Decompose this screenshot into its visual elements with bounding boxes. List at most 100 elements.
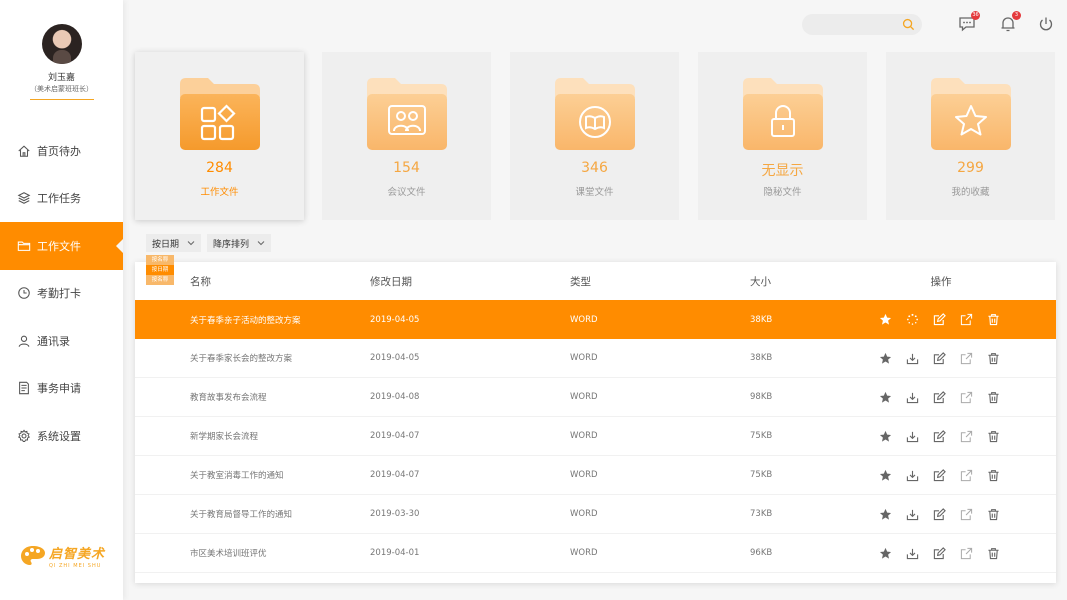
share-icon[interactable] bbox=[960, 508, 973, 521]
file-size: 75KB bbox=[750, 431, 773, 441]
column-header-size[interactable]: 大小 bbox=[750, 262, 771, 300]
trash-icon[interactable] bbox=[987, 391, 1000, 404]
column-header-name[interactable]: 名称 bbox=[190, 262, 211, 300]
sidebar-item-home[interactable]: 首页待办 bbox=[0, 127, 123, 175]
table-row[interactable]: 关于春季家长会的整改方案 2019-04-05 WORD 38KB bbox=[135, 339, 1056, 378]
sort-option[interactable]: 按日期 bbox=[146, 265, 174, 275]
user-role: （美术启蒙班班长） bbox=[30, 85, 93, 93]
file-name[interactable]: 新学期家长会流程 bbox=[190, 417, 258, 455]
card-work-files[interactable]: 284 工作文件 bbox=[135, 52, 304, 220]
star-icon[interactable] bbox=[879, 391, 892, 404]
row-actions bbox=[879, 300, 1000, 339]
trash-icon[interactable] bbox=[987, 508, 1000, 521]
trash-icon[interactable] bbox=[987, 469, 1000, 482]
edit-icon[interactable] bbox=[933, 429, 946, 443]
file-name[interactable]: 关于教育局督导工作的通知 bbox=[190, 495, 292, 533]
trash-icon[interactable] bbox=[987, 313, 1000, 326]
sort-option[interactable]: 按名称 bbox=[146, 275, 174, 285]
download-icon[interactable] bbox=[906, 352, 919, 365]
share-icon[interactable] bbox=[960, 430, 973, 443]
row-actions bbox=[879, 456, 1000, 494]
star-icon[interactable] bbox=[879, 469, 892, 482]
download-icon[interactable] bbox=[906, 391, 919, 404]
card-meeting-files[interactable]: 154 会议文件 bbox=[322, 52, 491, 220]
table-row[interactable]: 关于教育局督导工作的通知 2019-03-30 WORD 73KB bbox=[135, 495, 1056, 534]
sidebar-item-settings[interactable]: 系统设置 bbox=[0, 412, 123, 460]
trash-icon[interactable] bbox=[987, 430, 1000, 443]
card-label: 隐秘文件 bbox=[763, 187, 802, 198]
home-icon bbox=[18, 145, 30, 157]
share-icon[interactable] bbox=[960, 313, 973, 326]
folder-icon bbox=[17, 241, 31, 251]
card-private-files[interactable]: 无显示 隐秘文件 bbox=[698, 52, 867, 220]
star-icon[interactable] bbox=[879, 352, 892, 365]
sidebar-item-label: 系统设置 bbox=[37, 429, 81, 443]
file-type: WORD bbox=[570, 548, 598, 558]
sidebar-item-files[interactable]: 工作文件 bbox=[0, 222, 123, 270]
file-type: WORD bbox=[570, 392, 598, 402]
edit-icon[interactable] bbox=[933, 546, 946, 560]
sidebar-item-requests[interactable]: 事务申请 bbox=[0, 365, 123, 413]
share-icon[interactable] bbox=[960, 469, 973, 482]
table-row[interactable]: 关于教室消毒工作的通知 2019-04-07 WORD 75KB bbox=[135, 456, 1056, 495]
sort-by-date-dropdown[interactable]: 按日期 bbox=[146, 234, 202, 252]
file-type: WORD bbox=[570, 431, 598, 441]
notification-button[interactable]: 3 bbox=[999, 11, 1021, 33]
power-button[interactable] bbox=[1037, 15, 1055, 33]
sidebar-item-contacts[interactable]: 通讯录 bbox=[0, 317, 123, 365]
star-icon[interactable] bbox=[879, 508, 892, 521]
edit-icon[interactable] bbox=[933, 313, 946, 326]
star-icon[interactable] bbox=[879, 313, 892, 326]
edit-icon[interactable] bbox=[933, 507, 946, 521]
edit-icon[interactable] bbox=[933, 390, 946, 404]
file-name[interactable]: 关于春季亲子活动的整改方案 bbox=[190, 300, 301, 339]
share-icon[interactable] bbox=[960, 547, 973, 560]
row-actions bbox=[879, 534, 1000, 572]
message-button[interactable]: 36 bbox=[958, 11, 980, 33]
layers-icon bbox=[17, 192, 31, 205]
sort-option[interactable]: 按名称 bbox=[146, 255, 174, 265]
sidebar-item-label: 工作任务 bbox=[37, 192, 81, 206]
card-class-files[interactable]: 346 课堂文件 bbox=[510, 52, 679, 220]
trash-icon[interactable] bbox=[987, 547, 1000, 560]
sidebar-item-attendance[interactable]: 考勤打卡 bbox=[0, 270, 123, 318]
star-icon[interactable] bbox=[879, 547, 892, 560]
file-date: 2019-03-30 bbox=[370, 509, 420, 519]
file-name[interactable]: 市区美术培训班评优 bbox=[190, 534, 267, 572]
column-header-type[interactable]: 类型 bbox=[570, 262, 591, 300]
table-row[interactable]: 市区美术培训班评优 2019-04-01 WORD 96KB bbox=[135, 534, 1056, 573]
trash-icon[interactable] bbox=[987, 352, 1000, 365]
download-icon[interactable] bbox=[906, 430, 919, 443]
card-label: 会议文件 bbox=[387, 187, 426, 198]
user-name: 刘玉嘉 bbox=[47, 73, 75, 83]
sort-order-dropdown[interactable]: 降序排列 bbox=[207, 234, 272, 252]
user-icon bbox=[18, 335, 30, 347]
file-name[interactable]: 关于春季家长会的整改方案 bbox=[190, 339, 292, 377]
folder-graphic bbox=[931, 78, 1011, 150]
file-name[interactable]: 关于教室消毒工作的通知 bbox=[190, 456, 284, 494]
file-name[interactable]: 教育故事发布会流程 bbox=[190, 378, 267, 416]
loading-icon[interactable] bbox=[906, 313, 919, 326]
edit-icon[interactable] bbox=[933, 468, 946, 482]
avatar[interactable] bbox=[42, 24, 82, 64]
file-type: WORD bbox=[570, 470, 598, 480]
card-favorites[interactable]: 299 我的收藏 bbox=[886, 52, 1055, 220]
edit-icon[interactable] bbox=[933, 351, 946, 365]
table-row[interactable]: 新学期家长会流程 2019-04-07 WORD 75KB bbox=[135, 417, 1056, 456]
download-icon[interactable] bbox=[906, 547, 919, 560]
table-row[interactable]: 关于春季亲子活动的整改方案 2019-04-05 WORD 38KB bbox=[135, 300, 1056, 339]
row-actions bbox=[879, 378, 1000, 416]
share-icon[interactable] bbox=[960, 352, 973, 365]
share-icon[interactable] bbox=[960, 391, 973, 404]
table-row[interactable]: 教育故事发布会流程 2019-04-08 WORD 98KB bbox=[135, 378, 1056, 417]
file-type: WORD bbox=[570, 353, 598, 363]
folder-graphic bbox=[555, 78, 635, 150]
search-box bbox=[802, 14, 922, 37]
star-icon[interactable] bbox=[879, 430, 892, 443]
download-icon[interactable] bbox=[906, 469, 919, 482]
column-header-date[interactable]: 修改日期 bbox=[370, 262, 412, 300]
sidebar-item-tasks[interactable]: 工作任务 bbox=[0, 175, 123, 223]
download-icon[interactable] bbox=[906, 508, 919, 521]
search-icon[interactable] bbox=[902, 18, 915, 31]
file-date: 2019-04-08 bbox=[370, 392, 420, 402]
